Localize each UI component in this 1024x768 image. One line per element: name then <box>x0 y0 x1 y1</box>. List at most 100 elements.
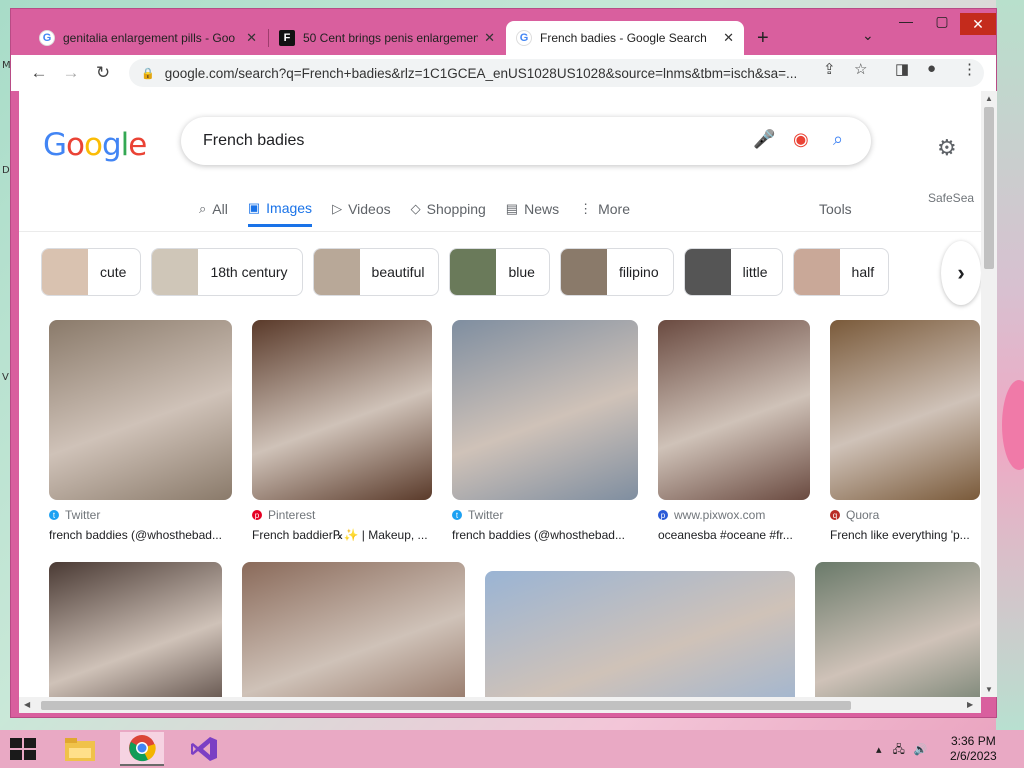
google-results-page: Google French badies 🎤 ◉ ⌕ ⚙ ⌕ All ▣ Image… <box>19 91 981 697</box>
desktop-wallpaper <box>996 0 1024 730</box>
system-tray[interactable]: ▴ 🖧 🔊 <box>876 741 928 760</box>
bookmark-star-icon[interactable]: ☆ <box>854 60 867 78</box>
result-thumbnail[interactable] <box>242 562 465 697</box>
more-vert-icon: ⋮ <box>579 201 593 216</box>
network-icon[interactable]: 🖧 <box>893 744 905 756</box>
image-result[interactable] <box>242 562 465 697</box>
menu-icon[interactable]: ⋮ <box>962 60 977 78</box>
twitter-icon: t <box>49 510 59 520</box>
chip-thumbnail <box>684 249 731 295</box>
tools-button[interactable]: Tools <box>819 201 852 217</box>
new-tab-button[interactable]: + <box>757 27 769 50</box>
close-window-button[interactable]: ✕ <box>960 13 996 35</box>
minimize-button[interactable]: — <box>888 13 924 29</box>
gear-icon[interactable]: ⚙ <box>937 135 957 161</box>
clock[interactable]: 3:36 PM 2/6/2023 <box>950 734 997 764</box>
result-caption[interactable]: French baddier℞✨ | Makeup, ... <box>252 528 432 542</box>
scrollbar-thumb[interactable] <box>41 701 851 710</box>
maximize-button[interactable]: ▢ <box>924 13 960 30</box>
file-explorer-icon[interactable] <box>58 732 102 766</box>
close-icon[interactable]: ✕ <box>484 30 495 46</box>
back-icon[interactable]: ← <box>23 63 55 83</box>
visual-studio-icon[interactable] <box>182 732 226 766</box>
tab-videos[interactable]: ▷ Videos <box>332 191 391 227</box>
chip-thumbnail <box>42 249 88 295</box>
google-logo[interactable]: Google <box>43 127 147 163</box>
chip-thumbnail <box>152 249 199 295</box>
result-thumbnail[interactable] <box>452 320 638 500</box>
news-icon: ▤ <box>505 201 519 216</box>
browser-tab[interactable]: G genitalia enlargement pills - Goo ✕ <box>29 21 267 55</box>
chrome-icon[interactable] <box>120 732 164 766</box>
chip-thumbnail <box>560 249 607 295</box>
chip[interactable]: little <box>683 248 783 296</box>
forward-icon[interactable]: → <box>55 63 87 83</box>
reload-icon[interactable]: ↻ <box>87 63 119 83</box>
close-icon[interactable]: ✕ <box>723 30 734 46</box>
share-icon[interactable]: ⇪ <box>823 60 836 78</box>
result-thumbnail[interactable] <box>49 320 232 500</box>
chip[interactable]: half <box>792 248 890 296</box>
side-panel-icon[interactable]: ◨ <box>895 60 909 78</box>
image-result[interactable]: p Pinterest French baddier℞✨ | Makeup, ..… <box>252 320 432 542</box>
result-thumbnail[interactable] <box>830 320 980 500</box>
related-chips: cute 18th century beautiful blue filipin… <box>41 248 899 296</box>
chip-thumbnail <box>793 249 840 295</box>
chip[interactable]: cute <box>41 248 142 296</box>
tab-all[interactable]: ⌕ All <box>199 191 228 227</box>
image-result[interactable]: p www.pixwox.com oceanesba #oceane #fr... <box>658 320 810 542</box>
browser-window: G genitalia enlargement pills - Goo ✕ F … <box>10 8 997 718</box>
chip[interactable]: beautiful <box>312 248 440 296</box>
chevron-right-icon[interactable]: › <box>941 241 981 305</box>
tab-shopping[interactable]: ◇ Shopping <box>411 191 486 227</box>
clock-date: 2/6/2023 <box>950 749 997 763</box>
tab-strip: G genitalia enlargement pills - Goo ✕ F … <box>11 9 996 55</box>
tab-title: genitalia enlargement pills - Goo <box>63 31 236 45</box>
chip[interactable]: filipino <box>559 248 674 296</box>
chip[interactable]: 18th century <box>151 248 303 296</box>
result-thumbnail[interactable] <box>485 571 795 697</box>
pixwox-icon: p <box>658 510 668 520</box>
result-thumbnail[interactable] <box>252 320 432 500</box>
f-site-icon: F <box>279 30 295 46</box>
result-caption[interactable]: oceanesba #oceane #fr... <box>658 528 810 542</box>
image-result[interactable]: t Twitter french baddies (@whosthebad... <box>49 320 232 542</box>
image-result[interactable] <box>815 562 980 697</box>
result-thumbnail[interactable] <box>815 562 980 697</box>
result-caption[interactable]: french baddies (@whosthebad... <box>452 528 638 542</box>
vertical-scrollbar[interactable]: ▲ ▼ <box>981 91 997 697</box>
browser-tab-active[interactable]: G French badies - Google Search ✕ <box>506 21 744 55</box>
result-caption[interactable]: french baddies (@whosthebad... <box>49 528 232 542</box>
image-icon: ▣ <box>247 199 261 215</box>
horizontal-scrollbar[interactable]: ◀ ▶ <box>19 697 981 713</box>
tab-search-icon[interactable]: ⌄ <box>862 27 874 44</box>
image-result[interactable] <box>49 562 222 697</box>
safesearch-label[interactable]: SafeSea <box>928 191 974 205</box>
search-icon: ⌕ <box>199 201 207 216</box>
microphone-icon[interactable]: 🎤 <box>753 129 775 150</box>
result-thumbnail[interactable] <box>49 562 222 697</box>
tab-images[interactable]: ▣ Images <box>247 191 313 227</box>
windows-start-icon[interactable] <box>10 738 36 760</box>
image-result[interactable]: t Twitter french baddies (@whosthebad... <box>452 320 638 542</box>
camera-lens-icon[interactable]: ◉ <box>793 129 809 150</box>
close-icon[interactable]: ✕ <box>246 30 257 46</box>
browser-toolbar: ← → ↻ 🔒 google.com/search?q=French+badie… <box>11 55 996 91</box>
browser-tab[interactable]: F 50 Cent brings penis enlargemen ✕ <box>269 21 505 55</box>
result-thumbnail[interactable] <box>658 320 810 500</box>
google-icon: G <box>516 30 532 46</box>
result-caption[interactable]: French like everything 'p... <box>830 528 980 542</box>
scrollbar-thumb[interactable] <box>984 107 994 269</box>
volume-icon[interactable]: 🔊 <box>914 744 928 756</box>
profile-icon[interactable]: ● <box>927 60 936 77</box>
chevron-up-icon[interactable]: ▴ <box>876 744 882 756</box>
search-input[interactable]: French badies 🎤 ◉ ⌕ <box>181 117 871 165</box>
image-result[interactable] <box>485 571 795 697</box>
image-result[interactable]: q Quora French like everything 'p... <box>830 320 980 542</box>
divider <box>19 231 981 232</box>
tab-news[interactable]: ▤ News <box>506 191 559 227</box>
search-icon[interactable]: ⌕ <box>833 129 843 150</box>
tab-more[interactable]: ⋮ More <box>579 191 630 227</box>
url-text: google.com/search?q=French+badies&rlz=1C… <box>164 65 798 81</box>
chip[interactable]: blue <box>449 248 550 296</box>
